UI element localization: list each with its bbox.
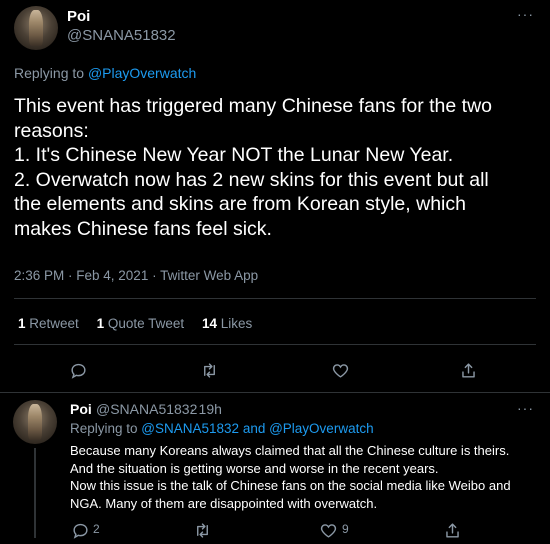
- retweet-stat[interactable]: 1 Retweet: [18, 316, 79, 331]
- reply-line: Because many Koreans always claimed that…: [70, 443, 510, 458]
- avatar[interactable]: [13, 400, 57, 444]
- tweet-text: This event has triggered many Chinese fa…: [14, 94, 534, 241]
- divider: [14, 298, 536, 299]
- replying-and: and: [239, 421, 270, 436]
- like-icon[interactable]: [328, 358, 352, 382]
- reply-author-handle[interactable]: @SNANA51832: [96, 401, 197, 417]
- replying-prefix: Replying to: [70, 421, 142, 436]
- reply-count: 2: [93, 522, 100, 536]
- more-icon[interactable]: ···: [517, 6, 534, 22]
- retweet-icon[interactable]: [197, 358, 221, 382]
- reply-icon[interactable]: [66, 358, 90, 382]
- divider: [14, 344, 536, 345]
- reply-line: NGA. Many of them are disappointed with …: [70, 495, 378, 511]
- quote-stat[interactable]: 1 Quote Tweet: [97, 316, 185, 331]
- share-icon[interactable]: [440, 518, 464, 542]
- more-icon[interactable]: ···: [517, 400, 534, 416]
- reply-line: And the situation is getting worse and w…: [70, 460, 439, 476]
- share-icon[interactable]: [456, 358, 480, 382]
- like-icon[interactable]: [316, 518, 340, 542]
- reply-line: Now this issue is the talk of Chinese fa…: [70, 478, 511, 493]
- tweet-line: 2. Overwatch now has 2 new skins for thi…: [14, 168, 489, 191]
- tweet-actions: [0, 358, 550, 382]
- replying-to: Replying to @PlayOverwatch: [14, 65, 196, 81]
- avatar[interactable]: [14, 6, 58, 50]
- main-tweet: Poi @SNANA51832 ··· Replying to @PlayOve…: [0, 0, 550, 393]
- replying-prefix: Replying to: [14, 65, 88, 81]
- tweet-line: the elements and skins are from Korean s…: [14, 193, 466, 215]
- likes-stat[interactable]: 14 Likes: [202, 316, 252, 331]
- reply-actions: 2 9: [0, 518, 550, 542]
- replying-to-link[interactable]: @PlayOverwatch: [269, 421, 374, 436]
- tweet-line: 1. It's Chinese New Year NOT the Lunar N…: [14, 144, 454, 166]
- replying-to-link[interactable]: @SNANA51832: [141, 421, 239, 436]
- retweet-icon[interactable]: [190, 518, 214, 542]
- reply-icon[interactable]: [68, 518, 92, 542]
- reply-text: Because many Koreans always claimed that…: [70, 442, 540, 512]
- tweet-line: reasons:: [14, 119, 89, 142]
- replying-to-link[interactable]: @PlayOverwatch: [88, 65, 196, 81]
- tweet-line: This event has triggered many Chinese fa…: [14, 95, 492, 117]
- reply-replying-to: Replying to @SNANA51832 and @PlayOverwat…: [70, 421, 374, 436]
- reply-author-name[interactable]: Poi: [70, 401, 92, 417]
- like-count: 9: [342, 522, 349, 536]
- author-name[interactable]: Poi: [67, 8, 90, 25]
- reply-time[interactable]: · 19h: [190, 401, 222, 417]
- tweet-timestamp[interactable]: 2:36 PM · Feb 4, 2021 · Twitter Web App: [14, 268, 258, 283]
- tweet-line: makes Chinese fans feel sick.: [14, 217, 272, 240]
- engagement-stats: 1 Retweet 1 Quote Tweet 14 Likes: [18, 316, 266, 331]
- author-handle[interactable]: @SNANA51832: [67, 27, 176, 44]
